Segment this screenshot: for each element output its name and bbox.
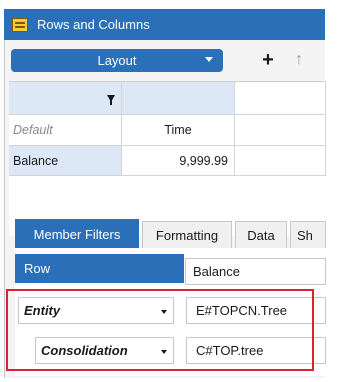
grid-empty-cell [235,146,326,176]
column-header-label: Time [164,123,192,137]
window-titlebar: Rows and Columns [4,9,325,40]
rows-columns-panel: Layout + ↑ Default Time Balance 9,999.99… [4,40,326,378]
layout-button-label: Layout [97,53,137,68]
tab-label: Formatting [155,227,219,243]
grid-empty-cell [235,82,326,115]
entity-dimension-label: Entity [24,303,61,318]
arrow-up-icon[interactable]: ↑ [289,50,309,70]
window-title: Rows and Columns [37,17,150,32]
grid-table-icon [12,17,28,32]
row-member-field[interactable]: Balance [185,258,326,285]
layout-dropdown-button[interactable]: Layout [11,49,223,72]
tab-formatting[interactable]: Formatting [142,221,232,248]
tab-label: Sh [297,227,313,243]
consolidation-filter-input[interactable]: C#TOP.tree [186,337,326,364]
tab-label: Data [247,227,275,243]
layout-grid: Default Time Balance 9,999.99 [9,81,326,236]
plus-icon[interactable]: + [258,50,278,70]
entity-dimension-select[interactable]: Entity [18,297,174,324]
default-label: Default [13,123,53,137]
tab-member-filters[interactable]: Member Filters [15,219,139,248]
row-member-value: Balance [193,264,240,279]
toolbar: Layout + ↑ [11,49,311,73]
consolidation-filter-value: C#TOP.tree [196,343,264,358]
corner-cell[interactable] [9,82,122,115]
column-header-time[interactable]: Time [122,115,235,146]
consolidation-dimension-select[interactable]: Consolidation [35,337,174,364]
tab-label: Member Filters [33,226,121,242]
entity-filter-value: E#TOPCN.Tree [196,303,288,318]
filter-icon[interactable] [107,95,115,105]
chevron-down-icon [161,350,167,354]
row-header-label: Balance [13,153,59,168]
tab-data[interactable]: Data [235,221,287,248]
chevron-down-icon [161,310,167,314]
tab-strip: Member Filters Formatting Data Sh [15,219,326,249]
entity-filter-input[interactable]: E#TOPCN.Tree [186,297,326,324]
column-header-empty [122,82,235,115]
default-label-cell: Default [9,115,122,146]
row-axis-label: Row [15,254,184,283]
tab-sheet[interactable]: Sh [290,221,326,248]
row-label-text: Row [24,261,51,276]
grid-empty-cell [235,115,326,146]
data-cell[interactable]: 9,999.99 [122,146,235,176]
row-header-balance[interactable]: Balance [9,146,122,176]
data-cell-value: 9,999.99 [179,153,228,168]
consolidation-dimension-label: Consolidation [41,343,128,358]
chevron-down-icon [205,57,213,62]
